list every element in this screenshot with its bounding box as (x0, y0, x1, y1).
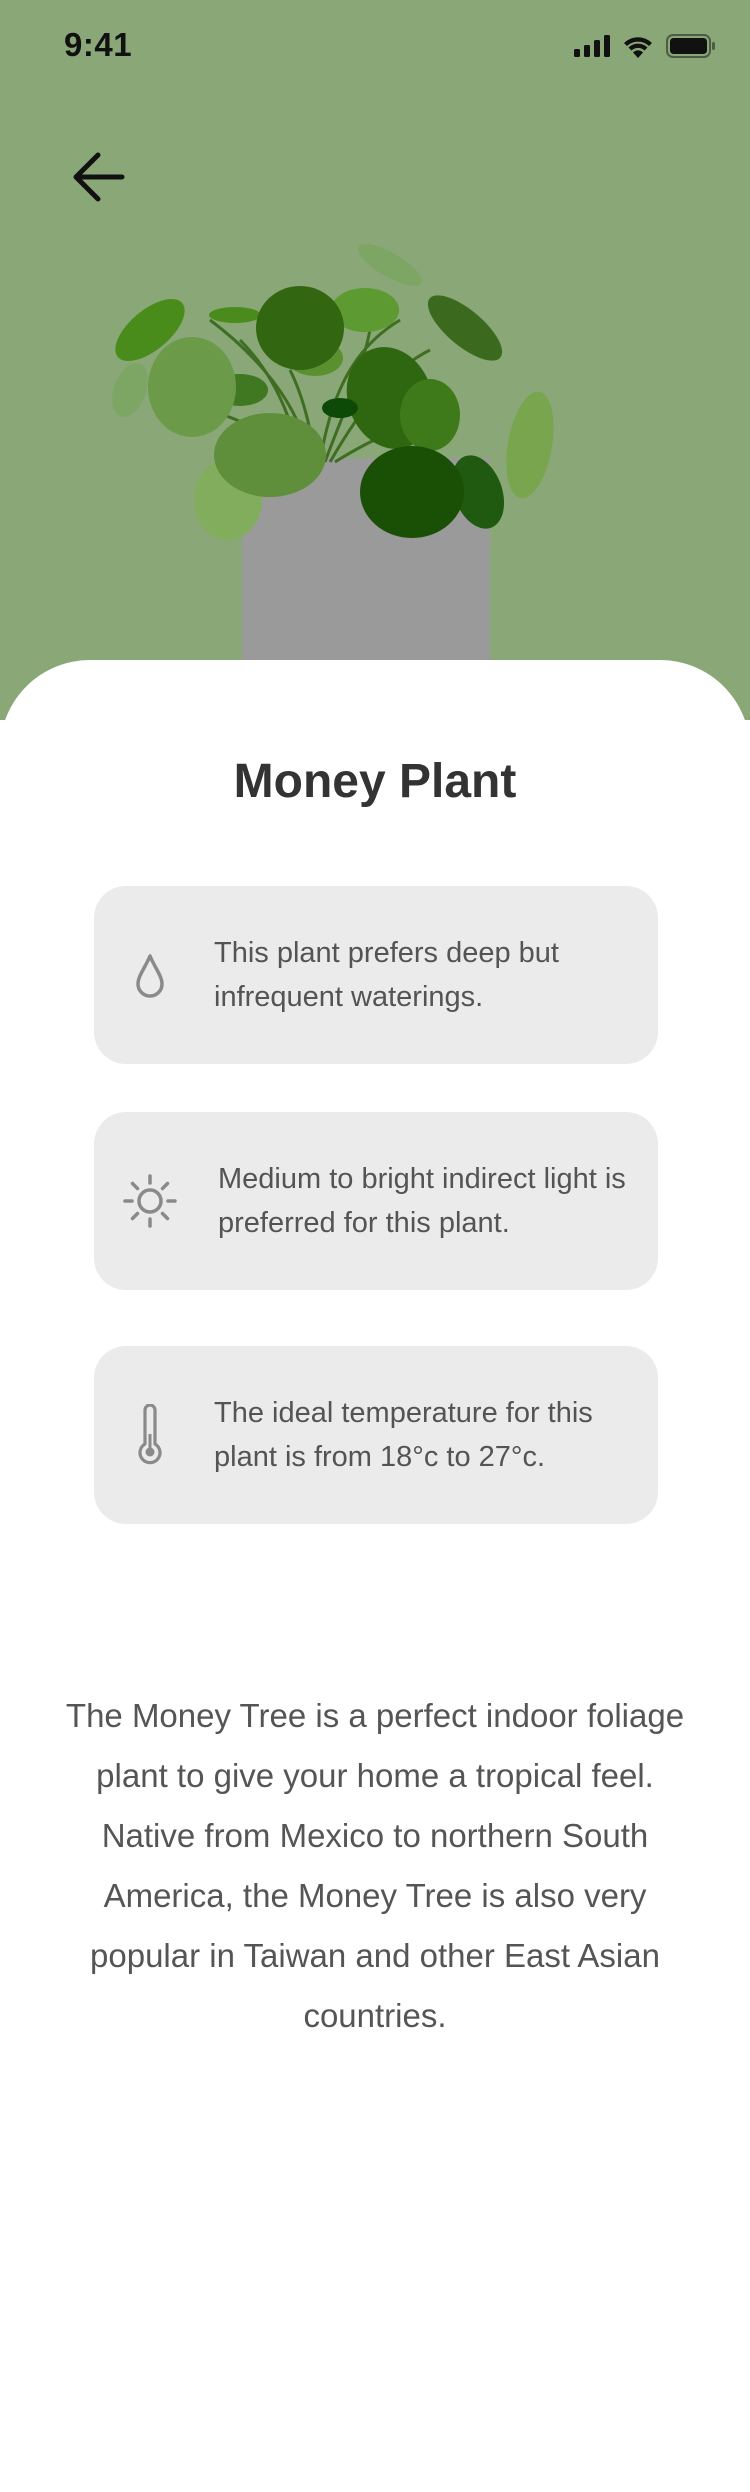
hero-header: 9:41 (0, 0, 750, 720)
plant-description: The Money Tree is a perfect indoor folia… (65, 1697, 685, 2034)
thermometer-icon (120, 1395, 180, 1475)
temperature-card: The ideal temperature for this plant is … (94, 1346, 658, 1524)
status-bar: 9:41 (0, 0, 750, 90)
watering-card: This plant prefers deep but infrequent w… (94, 886, 658, 1064)
battery-icon (666, 34, 715, 58)
arrow-left-icon (73, 152, 125, 202)
sun-icon (120, 1161, 180, 1241)
status-time: 9:41 (64, 26, 133, 63)
watering-text: This plant prefers deep but infrequent w… (214, 937, 559, 1013)
wifi-icon (624, 37, 652, 58)
water-drop-icon (120, 935, 180, 1015)
back-button[interactable] (60, 142, 136, 212)
light-card: Medium to bright indirect light is prefe… (94, 1112, 658, 1290)
status-icons (574, 30, 716, 62)
plant-illustration (112, 244, 554, 670)
light-text: Medium to bright indirect light is prefe… (218, 1163, 626, 1239)
temperature-text: The ideal temperature for this plant is … (214, 1397, 593, 1473)
cellular-signal-icon (574, 35, 610, 57)
plant-title: Money Plant (233, 755, 517, 808)
